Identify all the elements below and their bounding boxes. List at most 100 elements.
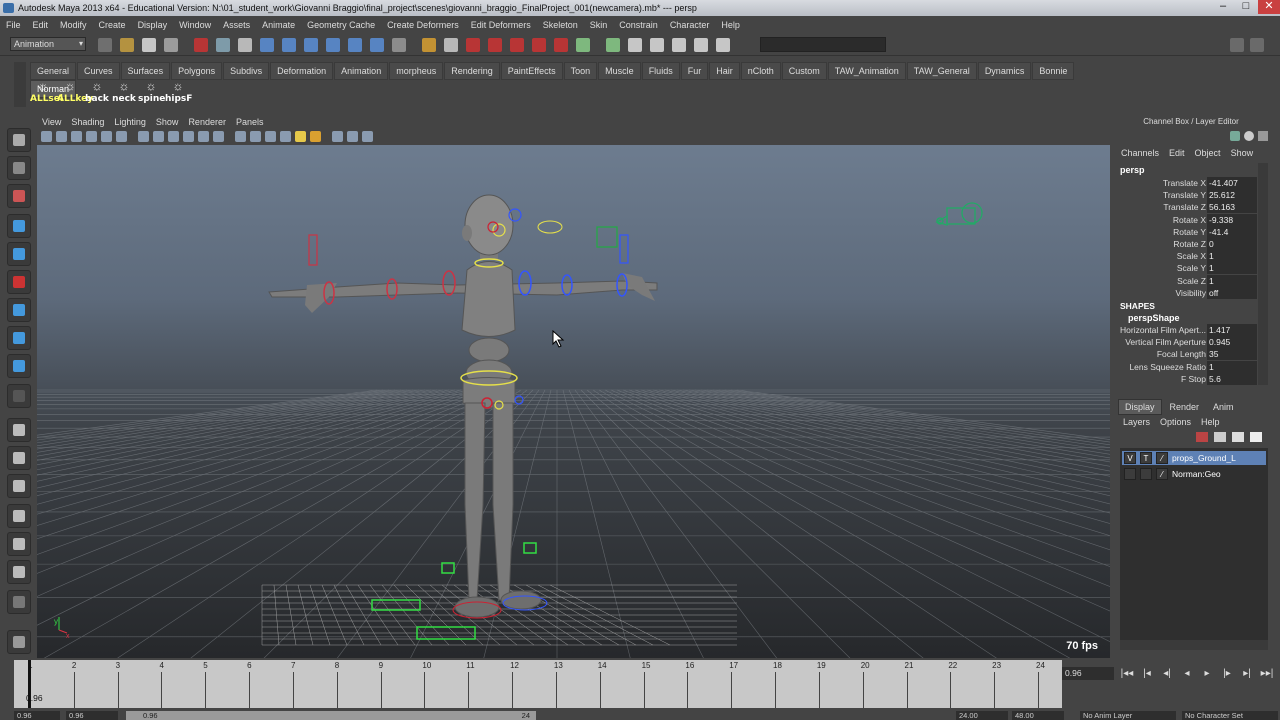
ipr-icon[interactable] — [510, 38, 524, 52]
shelf-tab-hair[interactable]: Hair — [709, 62, 740, 80]
textured-icon[interactable] — [280, 131, 291, 142]
snap-surface-icon[interactable] — [348, 38, 362, 52]
image-plane-icon[interactable] — [86, 131, 97, 142]
layout-single-icon[interactable] — [7, 418, 31, 442]
menu-assets[interactable]: Assets — [217, 17, 256, 34]
end-time-field[interactable]: 48.00 — [1012, 711, 1064, 720]
channel-menu-object[interactable]: Object — [1190, 146, 1226, 160]
layout-outliner-icon[interactable] — [7, 474, 31, 498]
channel-value-field[interactable]: off — [1207, 286, 1257, 299]
channel-value-field[interactable]: 56.163 — [1207, 201, 1257, 214]
shelf-tab-taw_animation[interactable]: TAW_Animation — [827, 62, 906, 80]
channel-row[interactable]: Horizontal Film Apert... 1.417 — [1118, 324, 1258, 336]
shelf-tab-ncloth[interactable]: nCloth — [740, 62, 781, 80]
channel-box-scrollbar[interactable] — [1258, 163, 1268, 385]
time-slider[interactable]: 123456789101112131415161718192021222324 … — [14, 660, 1062, 708]
add-to-layer-icon[interactable] — [1232, 432, 1244, 442]
minimize-button[interactable]: – — [1212, 0, 1234, 14]
go-to-start-button[interactable]: |◂◂ — [1118, 665, 1136, 683]
viewport-menu-panels[interactable]: Panels — [231, 116, 269, 129]
shelf-tab-painteffects[interactable]: PaintEffects — [500, 62, 563, 80]
channel-row[interactable]: Translate X -41.407 — [1118, 177, 1258, 189]
shelf-tab-fluids[interactable]: Fluids — [641, 62, 680, 80]
new-layer-icon[interactable] — [1196, 432, 1208, 442]
xray-icon[interactable] — [347, 131, 358, 142]
layout-split-icon[interactable] — [7, 560, 31, 584]
snap-point-icon[interactable] — [304, 38, 318, 52]
channel-value-field[interactable]: 5.6 — [1207, 372, 1257, 385]
channel-menu-channels[interactable]: Channels — [1116, 146, 1164, 160]
menu-animate[interactable]: Animate — [256, 17, 301, 34]
scale-tool-icon[interactable] — [7, 270, 31, 294]
graph-icon[interactable] — [628, 38, 642, 52]
viewport-menu-view[interactable]: View — [37, 116, 66, 129]
render-region-icon[interactable] — [488, 38, 502, 52]
channel-row[interactable]: Scale Y1 — [1118, 262, 1258, 275]
display-icon[interactable] — [576, 38, 590, 52]
anim-end-field[interactable]: 24.00 — [956, 711, 1008, 720]
shelf-tab-muscle[interactable]: Muscle — [598, 62, 641, 80]
channel-value-field[interactable]: -41.4 — [1207, 225, 1257, 238]
channel-row[interactable]: Vertical Film Aperture 0.945 — [1118, 336, 1258, 349]
shelf-tab-polygons[interactable]: Polygons — [171, 62, 223, 80]
anim-layer-dropdown[interactable]: No Anim Layer — [1080, 711, 1176, 720]
layer-template-toggle[interactable] — [1140, 468, 1152, 480]
new-scene-icon[interactable] — [98, 38, 112, 52]
show-manip-icon[interactable] — [7, 354, 31, 378]
layout-icon[interactable] — [1230, 131, 1240, 141]
command-search-input[interactable] — [760, 37, 886, 52]
anim-start-field[interactable]: 0.96 — [66, 711, 118, 720]
input-icon[interactable] — [444, 38, 458, 52]
safe-action-icon[interactable] — [198, 131, 209, 142]
layout-custom-icon[interactable] — [7, 590, 31, 614]
last-tool-icon[interactable] — [7, 384, 31, 408]
channel-value-field[interactable]: 0 — [1207, 238, 1257, 250]
layout-four-icon[interactable] — [7, 446, 31, 470]
start-time-field[interactable]: 0.96 — [14, 711, 60, 720]
construction-icon[interactable] — [422, 38, 436, 52]
snap-view-icon[interactable] — [326, 38, 340, 52]
channel-value-field[interactable]: 1 — [1207, 360, 1257, 373]
menu-create-deformers[interactable]: Create Deformers — [381, 17, 465, 34]
2d-pan-icon[interactable] — [101, 131, 112, 142]
range-bar[interactable]: 0.96 24 — [126, 711, 536, 720]
shelf-tab-fur[interactable]: Fur — [680, 62, 709, 80]
viewport-menu-show[interactable]: Show — [151, 116, 184, 129]
menu-help[interactable]: Help — [715, 17, 746, 34]
shelf-tab-curves[interactable]: Curves — [77, 62, 120, 80]
shelf-button-allsel[interactable]: ☼ ALLsel — [30, 80, 63, 107]
shelf-button-neck[interactable]: ☼ neck — [111, 80, 137, 107]
channel-value-field[interactable]: 1 — [1207, 262, 1257, 275]
grid-toggle-icon[interactable] — [116, 131, 127, 142]
channel-value-field[interactable]: 0.945 — [1207, 336, 1257, 349]
isolate-icon[interactable] — [332, 131, 343, 142]
menu-character[interactable]: Character — [664, 17, 716, 34]
channel-value-field[interactable]: 1 — [1207, 250, 1257, 263]
smooth-shade-icon[interactable] — [250, 131, 261, 142]
shelf-menu-icon[interactable] — [14, 62, 26, 107]
layout-side-icon[interactable] — [7, 532, 31, 556]
shelf-tab-surfaces[interactable]: Surfaces — [120, 62, 171, 80]
select-tool-icon[interactable] — [7, 128, 31, 152]
layer-tab-render[interactable]: Render — [1164, 400, 1206, 414]
viewport-menu-lighting[interactable]: Lighting — [109, 116, 151, 129]
default-material-icon[interactable] — [265, 131, 276, 142]
channel-row[interactable]: Rotate Z0 — [1118, 238, 1258, 250]
bookmark-icon[interactable] — [71, 131, 82, 142]
hypershade-icon[interactable] — [554, 38, 568, 52]
viewport-menu-shading[interactable]: Shading — [66, 116, 109, 129]
menu-edit-deformers[interactable]: Edit Deformers — [465, 17, 537, 34]
xray-joints-icon[interactable] — [362, 131, 373, 142]
layer-color-icon[interactable]: ⁄ — [1156, 468, 1168, 480]
layer-visibility-toggle[interactable]: V — [1124, 452, 1136, 464]
channel-icon[interactable] — [694, 38, 708, 52]
wireframe-icon[interactable] — [235, 131, 246, 142]
channel-row[interactable]: Translate Y 25.612 — [1118, 189, 1258, 202]
gate-mask-icon[interactable] — [168, 131, 179, 142]
layer-icon[interactable] — [716, 38, 730, 52]
step-back-frame-button[interactable]: ◂| — [1158, 665, 1176, 683]
go-to-end-button[interactable]: ▸▸| — [1258, 665, 1276, 683]
shelf-tab-animation[interactable]: Animation — [334, 62, 389, 80]
snap-live-icon[interactable] — [370, 38, 384, 52]
menu-set-dropdown[interactable]: Animation — [10, 37, 86, 51]
